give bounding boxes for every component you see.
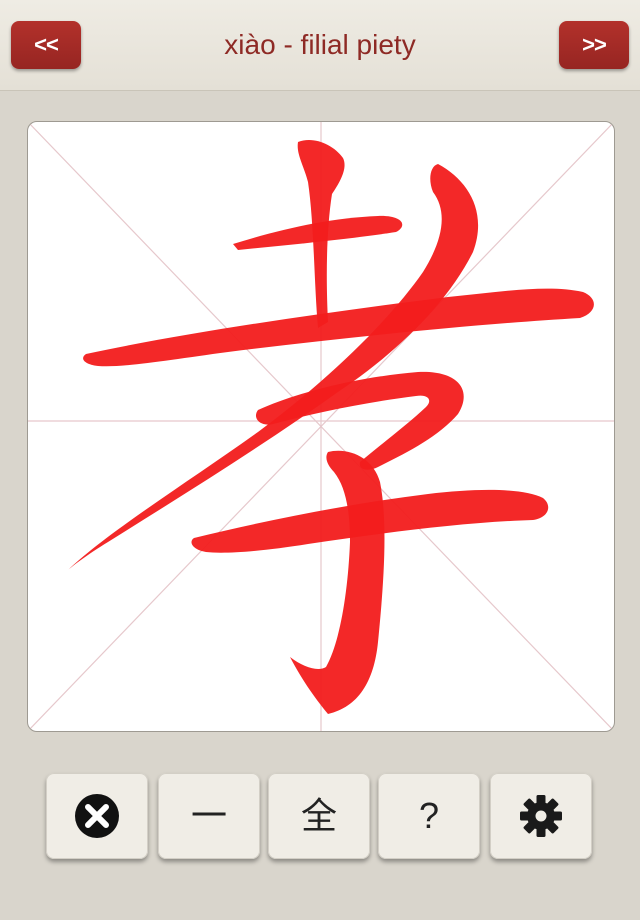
practice-grid	[28, 122, 614, 731]
clear-button[interactable]	[46, 773, 148, 859]
full-character-button[interactable]: 全	[268, 773, 370, 859]
character-title: xiào - filial piety	[224, 29, 416, 60]
one-stroke-label: 一	[190, 795, 227, 836]
hint-button[interactable]: ?	[378, 773, 480, 859]
header-bar: << xiào - filial piety >>	[0, 0, 640, 91]
previous-button[interactable]: <<	[11, 21, 81, 69]
hint-label: ?	[418, 795, 440, 836]
gear-icon	[520, 795, 562, 837]
bottom-toolbar: 一 全 ?	[0, 770, 640, 862]
stroke-3-long-horizontal	[83, 288, 594, 367]
full-label: 全	[300, 795, 337, 836]
stroke-6-vertical-hook	[290, 450, 385, 714]
next-button[interactable]: >>	[559, 21, 629, 69]
settings-button[interactable]	[490, 773, 592, 859]
one-stroke-button[interactable]: 一	[158, 773, 260, 859]
writing-canvas[interactable]	[27, 121, 615, 732]
close-circle-icon	[75, 794, 119, 838]
